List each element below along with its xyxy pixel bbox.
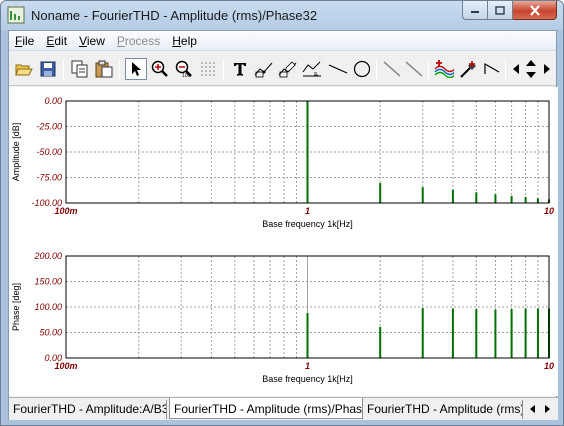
y-tick-label: -25.00	[36, 122, 62, 132]
tab-scroll-left[interactable]	[525, 401, 539, 417]
minimize-button[interactable]	[462, 1, 488, 20]
app-window: Noname - FourierTHD - Amplitude (rms)/Ph…	[0, 0, 564, 426]
menu-process[interactable]: Process	[111, 34, 166, 48]
ellipse-tool-icon	[353, 60, 371, 78]
tab-3[interactable]: FourierTHD - Amplitude (rms):A/B	[363, 400, 523, 419]
y-tick-label: 0.00	[44, 96, 62, 106]
label-tool-1-icon	[254, 62, 273, 78]
line-tool-icon	[328, 64, 348, 74]
x-tick-label: 10	[544, 206, 554, 216]
text-tool-button[interactable]	[229, 58, 251, 80]
tab-scroll-left-icon	[530, 405, 535, 413]
eyedropper-button[interactable]	[457, 58, 479, 80]
scroll-updown-icon	[525, 60, 536, 78]
eyedropper-icon	[460, 61, 476, 78]
open-button[interactable]	[13, 58, 35, 80]
x-axis-label: Base frequency 1k[Hz]	[262, 219, 353, 229]
svg-text:100: 100	[182, 73, 191, 78]
minimize-icon	[471, 11, 479, 13]
zoom-in-button[interactable]	[149, 58, 171, 80]
label-tool-2-button[interactable]	[277, 58, 299, 80]
pointer-button[interactable]	[125, 58, 147, 80]
save-icon	[40, 61, 56, 77]
scroll-left-icon	[512, 64, 519, 74]
y-tick-label: 150.00	[34, 277, 62, 287]
step-tool-button[interactable]	[481, 58, 503, 80]
scroll-right-button[interactable]	[539, 58, 554, 80]
y-axis-label: Amplitude [dB]	[11, 123, 21, 182]
menu-view[interactable]: View	[73, 34, 111, 48]
phase-chart[interactable]: 200.00150.00100.0050.000.00100m 1 10Base f…	[9, 242, 558, 392]
x-tick-label: 1	[305, 361, 310, 371]
scroll-right-icon	[543, 64, 550, 74]
tab-scroll-right-icon	[545, 405, 550, 413]
diag-line-2-icon	[405, 61, 423, 77]
add-curve-button[interactable]	[433, 58, 455, 80]
line-tool-button[interactable]	[327, 58, 349, 80]
document-tabs: FourierTHD - Amplitude (rms):A/BFourierT…	[9, 397, 558, 420]
maximize-button[interactable]	[488, 1, 513, 20]
x-tick-label: 1	[305, 206, 310, 216]
window-title: Noname - FourierTHD - Amplitude (rms)/Ph…	[31, 8, 318, 23]
paste-button[interactable]	[93, 58, 115, 80]
tab-1[interactable]: FourierTHD - Amplitude:A/B31	[9, 400, 167, 419]
title-bar[interactable]: Noname - FourierTHD - Amplitude (rms)/Ph…	[1, 1, 563, 30]
client-area: File Edit View Process Help 100 0.00 -25…	[8, 30, 558, 420]
zoom-out-icon: 100	[175, 60, 192, 78]
x-tick-label: 100m	[54, 361, 77, 371]
close-button[interactable]	[513, 1, 557, 20]
step-tool-icon	[484, 62, 500, 74]
menu-bar: File Edit View Process Help	[9, 31, 556, 51]
tab-scroll-right[interactable]	[541, 401, 555, 417]
pointer-icon	[132, 62, 141, 76]
y-tick-label: -50.00	[36, 147, 62, 157]
scroll-left-button[interactable]	[508, 58, 523, 80]
x-tick-label: 10	[544, 361, 554, 371]
zoom-out-button[interactable]: 100	[173, 58, 195, 80]
copy-button[interactable]	[69, 58, 91, 80]
label-tool-3-button[interactable]	[301, 58, 323, 80]
label-tool-2-icon	[278, 61, 297, 78]
app-icon	[7, 6, 25, 24]
text-tool-icon	[234, 63, 246, 76]
menu-file[interactable]: File	[9, 34, 40, 48]
copy-icon	[71, 60, 88, 78]
maximize-icon	[495, 5, 505, 15]
x-axis-label: Base frequency 1k[Hz]	[262, 374, 353, 384]
tab-2[interactable]: FourierTHD - Amplitude (rms)/Phase32	[169, 398, 363, 419]
menu-edit[interactable]: Edit	[40, 34, 73, 48]
y-tick-label: 100.00	[34, 302, 62, 312]
y-tick-label: 200.00	[33, 251, 62, 261]
diag-line-1-icon	[383, 61, 401, 77]
toolbar: 100	[9, 52, 556, 86]
ellipse-tool-button[interactable]	[351, 58, 373, 80]
add-curve-icon	[434, 60, 454, 78]
diag-line-1-button[interactable]	[381, 58, 403, 80]
label-tool-1-button[interactable]	[253, 58, 275, 80]
y-axis-label: Phase [deg]	[11, 283, 21, 331]
paste-icon	[95, 60, 113, 78]
y-tick-label: 50.00	[39, 328, 62, 338]
x-tick-label: 100m	[54, 206, 77, 216]
label-tool-3-icon	[302, 61, 321, 77]
phase-plot: 200.00 150.00 100.00 50.00 0.00 100m 1 10 Base f…	[9, 242, 558, 395]
y-tick-label: -75.00	[36, 173, 62, 183]
scroll-updown-button[interactable]	[522, 58, 539, 80]
save-button[interactable]	[37, 58, 59, 80]
menu-help[interactable]: Help	[166, 34, 203, 48]
zoom-in-icon	[151, 60, 168, 77]
close-icon	[529, 4, 540, 16]
diag-line-2-button[interactable]	[403, 58, 425, 80]
chart-area: 0.00 -25.00 -50.00 -75.00 -100.00 100m 1 10 Base…	[9, 87, 558, 396]
grid-button[interactable]	[197, 58, 219, 80]
amplitude-chart[interactable]: 0.00-25.00-50.00-75.00-100.00100m 1 10Base…	[9, 87, 558, 237]
amplitude-plot: 0.00 -25.00 -50.00 -75.00 -100.00 100m 1 10 Base…	[9, 87, 558, 240]
open-icon	[15, 64, 33, 76]
grid-icon	[201, 62, 215, 76]
